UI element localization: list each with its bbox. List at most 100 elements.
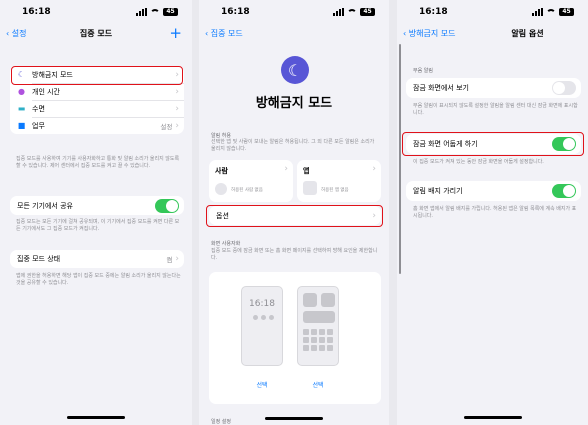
add-focus-button[interactable]: + [169,24,182,42]
back-label: 집중 모드 [210,29,243,38]
screen-customize-card: 16:18 선택 선택 [209,272,381,404]
hide-badge-note: 홈 화면 앱에서 알림 배지를 가립니다. 허용된 앱은 알림 목록에 계속 배… [413,206,577,219]
wifi-icon [546,8,556,16]
nav-bar: ‹ 설정 집중 모드 + [0,24,192,42]
schedule-section-header: 일정 설정 [211,419,231,425]
share-note: 집중 모드는 모든 기기에 걸쳐 공유되며, 이 기기에서 집중 모드를 켜면 … [16,219,180,232]
dnd-settings-screen: 16:18 45 ‹ 집중 모드 ☾ 방해금지 모드 알림 허용 선택한 앱 및… [199,0,389,425]
home-indicator [67,416,125,419]
show-lock-row: 잠금 화면에서 보기 [406,78,581,98]
signal-icon [532,8,543,16]
chevron-right-icon: › [175,254,179,264]
allow-section-header: 알림 허용 [211,133,231,139]
focus-item-sleep[interactable]: ▬ 수면 › [10,100,184,117]
select-home-button[interactable]: 선택 [297,380,339,389]
focus-mode-screen: 16:18 45 ‹ 설정 집중 모드 + ☾ 방해금지 모드 › ● 개인 시… [0,0,192,425]
notification-options-screen: 16:18 45 ‹ 방해금지 모드 알림 옵션 무음 알림 잠금 화면에서 보… [397,0,588,425]
status-bar: 16:18 45 [0,7,192,19]
moon-icon: ☾ [281,56,309,84]
highlight-box [402,132,584,156]
show-lock-label: 잠금 화면에서 보기 [413,84,469,92]
back-label: 방해금지 모드 [408,29,456,38]
focus-item-label: 수면 [32,104,45,113]
highlight-box [206,205,383,227]
app-placeholder-icon [303,181,317,195]
status-note: 앱에 권한을 허용하면 해당 앱이 집중 모드 중에는 알림 소리가 울리지 않… [16,273,181,286]
share-toggle[interactable] [155,198,179,213]
battery-icon: 45 [163,8,178,16]
page-title: 알림 옵션 [511,29,544,38]
nav-bar: ‹ 집중 모드 [199,28,389,42]
share-row: 모든 기기에서 공유 [10,196,184,215]
wifi-icon [347,8,357,16]
focus-item-label: 업무 [32,121,45,130]
focus-status-row[interactable]: 집중 모드 상태 켬 › [10,250,184,268]
people-label: 사람 [215,167,228,175]
dim-lock-note: 이 집중 모드가 켜져 있는 동안 잠금 화면을 어둡게 설정합니다. [413,159,544,165]
hide-badge-row: 알림 배지 가리기 [406,181,581,201]
focus-status-label: 집중 모드 상태 [17,255,61,263]
app-grid [303,329,333,351]
hide-badge-group: 알림 배지 가리기 [406,181,581,201]
share-group: 모든 기기에서 공유 [10,196,184,215]
status-time: 16:18 [419,7,448,17]
focus-item-work[interactable]: ■ 업무 설정 › [10,117,184,134]
status-time: 16:18 [22,7,51,17]
home-indicator [265,417,323,420]
signal-icon [333,8,344,16]
silence-section-header: 무음 알림 [413,68,433,74]
home-indicator [463,416,522,419]
screen-note: 집중 모드 중에 잠금 화면 또는 홈 화면 페이지를 선택하여 방해 요인을 … [211,248,378,261]
page-title: 집중 모드 [79,29,113,38]
back-button[interactable]: ‹ 방해금지 모드 [403,28,455,39]
screen-section-header: 화면 사용자화 [211,241,241,247]
share-label: 모든 기기에서 공유 [17,201,73,210]
lock-widgets [253,315,274,320]
chevron-right-icon: › [372,164,376,174]
chevron-right-icon: › [175,86,179,97]
hide-badge-toggle[interactable] [552,184,576,198]
chevron-right-icon: › [175,103,179,114]
person-icon: ● [18,87,25,96]
widget-tile [303,293,317,307]
show-lock-group: 잠금 화면에서 보기 [406,78,581,98]
status-bar: 16:18 45 [199,7,389,19]
scroll-indicator [399,44,401,274]
apps-sub: 허용된 앱 없음 [321,188,349,193]
apps-card[interactable]: 앱 › 허용된 앱 없음 [297,160,381,202]
signal-icon [136,8,147,16]
lock-time: 16:18 [249,299,275,309]
hide-badge-label: 알림 배지 가리기 [413,187,463,195]
focus-item-value: 설정 [160,122,173,131]
widget-tile [303,311,335,323]
nav-bar: ‹ 방해금지 모드 알림 옵션 [397,28,588,42]
highlight-box [11,66,183,85]
status-time: 16:18 [221,7,250,17]
battery-icon: 45 [360,8,375,16]
page-title: 방해금지 모드 [255,96,333,111]
apps-label: 앱 [303,167,310,175]
briefcase-icon: ■ [17,121,26,130]
home-screen-preview[interactable] [297,286,339,366]
battery-icon: 45 [559,8,574,16]
back-button[interactable]: ‹ 집중 모드 [205,28,243,39]
status-group: 집중 모드 상태 켬 › [10,250,184,268]
chevron-right-icon: › [175,120,179,131]
focus-item-personal[interactable]: ● 개인 시간 › [10,83,184,100]
people-sub: 허용된 사람 없음 [231,188,263,193]
select-lock-button[interactable]: 선택 [241,380,283,389]
wifi-icon [150,8,160,16]
allow-note: 선택한 앱 및 사람이 보내는 알림은 허용됩니다. 그 외 다른 모든 알림은… [211,139,375,152]
people-card[interactable]: 사람 › 허용된 사람 없음 [209,160,293,202]
widget-tile [321,293,335,307]
chevron-right-icon: › [284,164,288,174]
modes-note: 집중 모드를 사용하여 기기를 사용자화하고 통화 및 알림 소리가 울리지 않… [16,156,180,169]
focus-item-label: 개인 시간 [32,87,60,96]
status-bar: 16:18 45 [397,7,588,19]
avatar [215,183,227,195]
show-lock-note: 무음 알림이 표시되지 않도록 설정한 알림을 알림 센터 대신 잠금 화면에 … [413,103,578,116]
show-lock-toggle[interactable] [552,81,576,95]
bed-icon: ▬ [17,104,26,113]
focus-status-value: 켬 [166,256,173,264]
lock-screen-preview[interactable]: 16:18 [241,286,283,366]
